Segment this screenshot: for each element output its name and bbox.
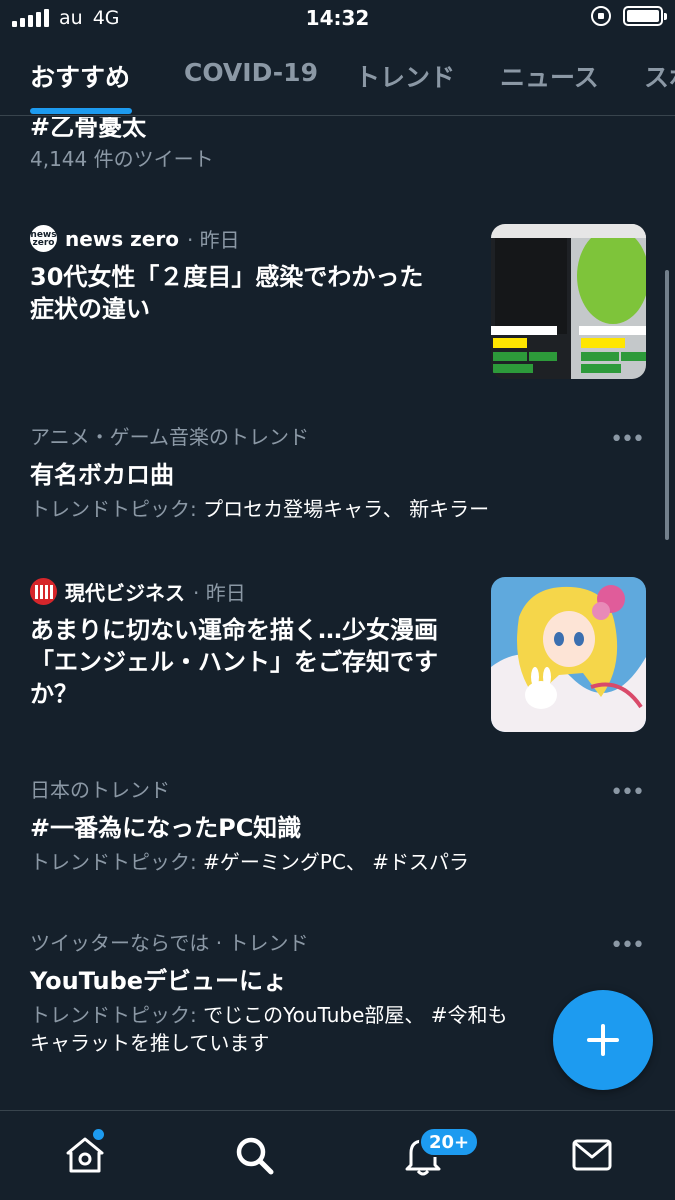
trend-item-top[interactable]: #乙骨憂太 4,144 件のツイート xyxy=(30,117,214,173)
explore-tabs: おすすめ COVID-19 トレンド ニュース スポ xyxy=(0,48,675,116)
trend-category: アニメ・ゲーム音楽のトレンド xyxy=(30,425,309,449)
news-thumbnail-covid[interactable] xyxy=(491,224,646,379)
trend-title: #一番為になったPC知識 xyxy=(30,814,302,842)
post-time: · 昨日 xyxy=(193,581,246,605)
mail-icon xyxy=(572,1139,612,1171)
active-tab-indicator xyxy=(30,108,132,114)
tab-news[interactable]: ニュース xyxy=(500,58,599,94)
trend-item-pc-knowledge[interactable]: 日本のトレンド #一番為になったPC知識 トレンドトピック: #ゲーミングPC、… xyxy=(30,776,630,876)
tab-sports[interactable]: スポ xyxy=(644,58,675,94)
trend-title: 有名ボカロ曲 xyxy=(30,461,174,489)
gendai-logo xyxy=(30,578,57,605)
news-zero-logo: news zero xyxy=(30,225,57,252)
compose-tweet-button[interactable] xyxy=(553,990,653,1090)
tab-trends[interactable]: トレンド xyxy=(355,58,455,94)
news-thumbnail-manga[interactable] xyxy=(491,577,646,732)
post-time: · 昨日 xyxy=(186,228,240,252)
more-icon[interactable]: ••• xyxy=(610,933,645,958)
tab-recommended[interactable]: おすすめ xyxy=(30,58,130,94)
trend-item-youtube-debut[interactable]: ツイッターならでは · トレンド YouTubeデビューにょ トレンドトピック:… xyxy=(30,929,630,1057)
headline-line-2: 症状の違い xyxy=(30,295,150,323)
trend-title: #乙骨憂太 xyxy=(30,117,147,141)
trend-title: YouTubeデビューにょ xyxy=(30,967,288,995)
headline-line-1: あまりに切ない運命を描く…少女漫画 xyxy=(30,616,438,644)
bottom-nav: 20+ xyxy=(0,1110,675,1200)
headline-line-2: 「エンジェル・ハント」をご存知です xyxy=(30,648,438,676)
home-notification-dot xyxy=(93,1129,104,1140)
nav-messages[interactable] xyxy=(570,1133,614,1177)
notification-badge: 20+ xyxy=(419,1127,480,1157)
battery-icon xyxy=(623,6,667,26)
trend-topics: トレンドトピック: #ゲーミングPC、 #ドスパラ xyxy=(30,850,470,874)
clock: 14:32 xyxy=(305,6,370,30)
status-right xyxy=(591,6,667,26)
trend-category: ツイッターならでは · トレンド xyxy=(30,931,309,955)
nav-search[interactable] xyxy=(232,1133,276,1177)
news-source: news zero news zero · 昨日 xyxy=(30,224,480,253)
plus-icon xyxy=(587,1024,619,1056)
headline-line-3: か？ xyxy=(30,680,78,708)
news-source: 現代ビジネス · 昨日 xyxy=(30,577,480,606)
scrollbar[interactable] xyxy=(665,270,669,540)
tab-covid-19[interactable]: COVID-19 xyxy=(184,58,318,87)
trend-topics-line-2: キャラットを推しています xyxy=(30,1031,270,1055)
headline-line-1: 30代女性「２度目」感染でわかった xyxy=(30,263,424,291)
tweet-count: 4,144 件のツイート xyxy=(30,147,214,171)
news-item-gendai[interactable]: 現代ビジネス · 昨日 あまりに切ない運命を描く…少女漫画 「エンジェル・ハント… xyxy=(30,577,480,710)
rotation-lock-icon xyxy=(591,6,611,26)
explore-feed[interactable]: #乙骨憂太 4,144 件のツイート news zero news zero · … xyxy=(0,117,675,1110)
news-item-news-zero[interactable]: news zero news zero · 昨日 30代女性「２度目」感染でわかっ… xyxy=(30,224,480,325)
trend-topics: トレンドトピック: でじこのYouTube部屋、 #令和も xyxy=(30,1003,508,1027)
more-icon[interactable]: ••• xyxy=(610,780,645,805)
more-icon[interactable]: ••• xyxy=(610,427,645,452)
status-bar: au 4G 14:32 xyxy=(0,0,675,38)
source-name: 現代ビジネス xyxy=(65,581,185,605)
trend-topics: トレンドトピック: プロセカ登場キャラ、 新キラー xyxy=(30,497,490,521)
trend-item-vocaloid[interactable]: アニメ・ゲーム音楽のトレンド 有名ボカロ曲 トレンドトピック: プロセカ登場キャ… xyxy=(30,423,630,523)
search-icon xyxy=(236,1137,274,1175)
source-name: news zero xyxy=(65,226,179,251)
trend-category: 日本のトレンド xyxy=(30,778,170,802)
